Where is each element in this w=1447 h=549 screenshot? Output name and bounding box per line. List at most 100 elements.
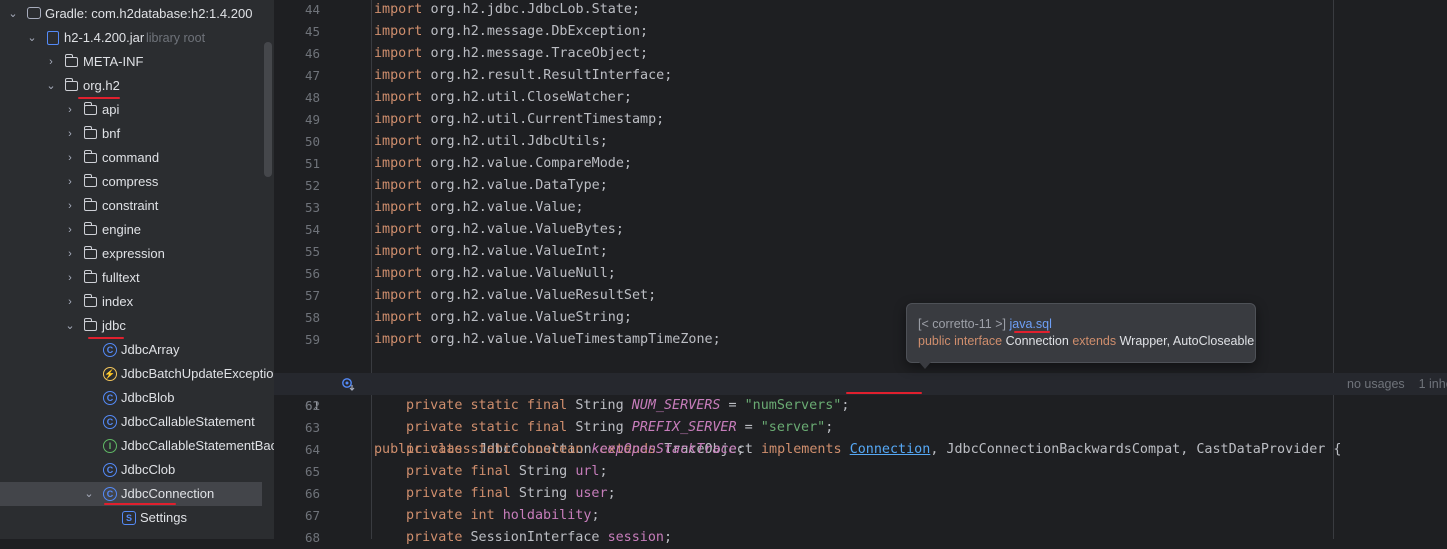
code-line-53[interactable]: 53 import org.h2.value.Value; bbox=[274, 197, 1447, 219]
tree-item-expression[interactable]: › expression bbox=[0, 242, 274, 266]
red-underline-annotation bbox=[1014, 331, 1050, 333]
tree-item-jdbcarray[interactable]: C JdbcArray bbox=[0, 338, 274, 362]
tree-item-label: engine bbox=[102, 222, 142, 237]
code-line-66[interactable]: 66 private final String user; bbox=[274, 483, 1447, 505]
tree-item-jdbcclob[interactable]: C JdbcClob bbox=[0, 458, 274, 482]
chevron-right-icon[interactable]: › bbox=[63, 146, 77, 170]
gradle-library-icon bbox=[27, 7, 41, 19]
code-line-67[interactable]: 67 private int holdability; bbox=[274, 505, 1447, 527]
tree-item-constraint[interactable]: › constraint bbox=[0, 194, 274, 218]
chevron-down-icon[interactable]: ⌄ bbox=[25, 26, 39, 50]
code-line-64[interactable]: 64 private static boolean keepOpenStackTr… bbox=[274, 439, 1447, 461]
tree-item-settings[interactable]: S Settings bbox=[0, 506, 274, 530]
tree-item-label: h2-1.4.200.jar bbox=[64, 30, 145, 45]
import-statement: import org.h2.value.DataType; bbox=[374, 178, 608, 193]
tree-item-api[interactable]: › api bbox=[0, 98, 274, 122]
code-line-46[interactable]: 46 import org.h2.message.TraceObject; bbox=[274, 43, 1447, 65]
field-declaration: private final String url; bbox=[406, 464, 608, 479]
chevron-down-icon[interactable]: ⌄ bbox=[6, 2, 20, 26]
package-folder-icon bbox=[83, 102, 97, 115]
tree-item-jdbcblob[interactable]: C JdbcBlob bbox=[0, 386, 274, 410]
code-editor[interactable]: 44 import org.h2.jdbc.JdbcLob.State; 45 imp… bbox=[274, 0, 1447, 545]
code-line-63[interactable]: 63 private static final String PREFIX_SER… bbox=[274, 417, 1447, 439]
code-line-58[interactable]: 58 import org.h2.value.ValueString; bbox=[274, 307, 1447, 329]
tree-item-compress[interactable]: › compress bbox=[0, 170, 274, 194]
import-statement: import org.h2.message.TraceObject; bbox=[374, 46, 649, 61]
tree-item-label: index bbox=[102, 294, 134, 309]
code-line-57[interactable]: 57 import org.h2.value.ValueResultSet; bbox=[274, 285, 1447, 307]
chevron-right-icon[interactable]: › bbox=[63, 218, 77, 242]
code-line-50[interactable]: 50 import org.h2.util.JdbcUtils; bbox=[274, 131, 1447, 153]
tree-item-index[interactable]: › index bbox=[0, 290, 274, 314]
tree-item-jdbc[interactable]: ⌄ jdbc bbox=[0, 314, 274, 338]
line-number: 52 bbox=[304, 178, 320, 193]
tree-item-label: command bbox=[102, 150, 160, 165]
code-line-59[interactable]: 59 import org.h2.value.ValueTimestampTime… bbox=[274, 329, 1447, 351]
chevron-right-icon[interactable]: › bbox=[63, 242, 77, 266]
package-folder-icon bbox=[83, 198, 97, 211]
package-folder-icon bbox=[83, 174, 97, 187]
library-root-hint: library root bbox=[146, 31, 206, 45]
code-line-68[interactable]: 68 private SessionInterface session; bbox=[274, 527, 1447, 549]
tree-item-label: JdbcCallableStatement bbox=[121, 414, 255, 429]
chevron-down-icon[interactable]: ⌄ bbox=[82, 482, 96, 506]
tree-item-jdbccallablestatement[interactable]: C JdbcCallableStatement bbox=[0, 410, 274, 434]
line-number: 59 bbox=[304, 332, 320, 347]
implements-gutter-icon[interactable] bbox=[341, 377, 355, 391]
usages-inlay-hint[interactable]: no usages 1 inhe bbox=[1347, 373, 1447, 395]
code-line-56[interactable]: 56 import org.h2.value.ValueNull; bbox=[274, 263, 1447, 285]
code-line-62[interactable]: 62 private static final String NUM_SERVER… bbox=[274, 395, 1447, 417]
line-number: 56 bbox=[304, 266, 320, 281]
code-line-45[interactable]: 45 import org.h2.message.DbException; bbox=[274, 21, 1447, 43]
tree-item-jdbccallablestatementbackwardscompat[interactable]: I JdbcCallableStatementBackw bbox=[0, 434, 274, 458]
chevron-down-icon[interactable]: ⌄ bbox=[63, 314, 77, 338]
tree-item-label: JdbcArray bbox=[121, 342, 180, 357]
code-line-65[interactable]: 65 private final String url; bbox=[274, 461, 1447, 483]
line-number: 58 bbox=[304, 310, 320, 325]
import-statement: import org.h2.value.ValueTimestampTimeZo… bbox=[374, 332, 721, 347]
line-number: 45 bbox=[304, 24, 320, 39]
line-number: 64 bbox=[304, 442, 320, 457]
chevron-down-icon[interactable]: ⌄ bbox=[44, 74, 58, 98]
line-number: 65 bbox=[304, 464, 320, 479]
quick-documentation-popup[interactable]: [< corretto-11 >] java.sql public interf… bbox=[906, 303, 1256, 363]
chevron-right-icon[interactable]: › bbox=[63, 98, 77, 122]
tree-item-fulltext[interactable]: › fulltext bbox=[0, 266, 274, 290]
tree-item-jdbcbatchupdateexception[interactable]: ⚡ JdbcBatchUpdateException bbox=[0, 362, 274, 386]
import-statement: import org.h2.value.ValueString; bbox=[374, 310, 632, 325]
code-line-55[interactable]: 55 import org.h2.value.ValueInt; bbox=[274, 241, 1447, 263]
code-line-51[interactable]: 51 import org.h2.value.CompareMode; bbox=[274, 153, 1447, 175]
code-line-54[interactable]: 54 import org.h2.value.ValueBytes; bbox=[274, 219, 1447, 241]
tree-item-label: constraint bbox=[102, 198, 159, 213]
line-number: 67 bbox=[304, 508, 320, 523]
code-line-48[interactable]: 48 import org.h2.util.CloseWatcher; bbox=[274, 87, 1447, 109]
package-link[interactable]: java.sql bbox=[1010, 317, 1052, 331]
class-icon: C bbox=[103, 391, 117, 405]
tree-item-label: Gradle: com.h2database:h2:1.4.200 bbox=[45, 6, 253, 21]
code-line-60[interactable]: 60 bbox=[274, 351, 1447, 391]
tree-item-label: JdbcCallableStatementBackw bbox=[121, 438, 274, 453]
chevron-right-icon[interactable]: › bbox=[63, 290, 77, 314]
chevron-right-icon[interactable]: › bbox=[63, 266, 77, 290]
tree-item-bnf[interactable]: › bnf bbox=[0, 122, 274, 146]
tree-scrollbar-thumb[interactable] bbox=[264, 42, 272, 177]
chevron-right-icon[interactable]: › bbox=[63, 194, 77, 218]
chevron-right-icon[interactable]: › bbox=[44, 50, 58, 74]
code-line-44[interactable]: 44 import org.h2.jdbc.JdbcLob.State; bbox=[274, 0, 1447, 21]
tree-item-command[interactable]: › command bbox=[0, 146, 274, 170]
tree-item-jar[interactable]: ⌄ h2-1.4.200.jar library root bbox=[0, 26, 274, 50]
tree-item-org-h2[interactable]: ⌄ org.h2 bbox=[0, 74, 274, 98]
chevron-right-icon[interactable]: › bbox=[63, 122, 77, 146]
code-line-49[interactable]: 49 import org.h2.util.CurrentTimestamp; bbox=[274, 109, 1447, 131]
line-number: 46 bbox=[304, 46, 320, 61]
tree-item-meta-inf[interactable]: › META-INF bbox=[0, 50, 274, 74]
package-folder-icon bbox=[83, 270, 97, 283]
code-line-52[interactable]: 52 import org.h2.value.DataType; bbox=[274, 175, 1447, 197]
tree-item-gradle-library[interactable]: ⌄ Gradle: com.h2database:h2:1.4.200 bbox=[0, 2, 274, 26]
class-icon: C bbox=[103, 487, 117, 501]
line-number: 62 bbox=[304, 398, 320, 413]
red-underline-annotation bbox=[846, 392, 922, 394]
code-line-47[interactable]: 47 import org.h2.result.ResultInterface; bbox=[274, 65, 1447, 87]
chevron-right-icon[interactable]: › bbox=[63, 170, 77, 194]
tree-item-engine[interactable]: › engine bbox=[0, 218, 274, 242]
